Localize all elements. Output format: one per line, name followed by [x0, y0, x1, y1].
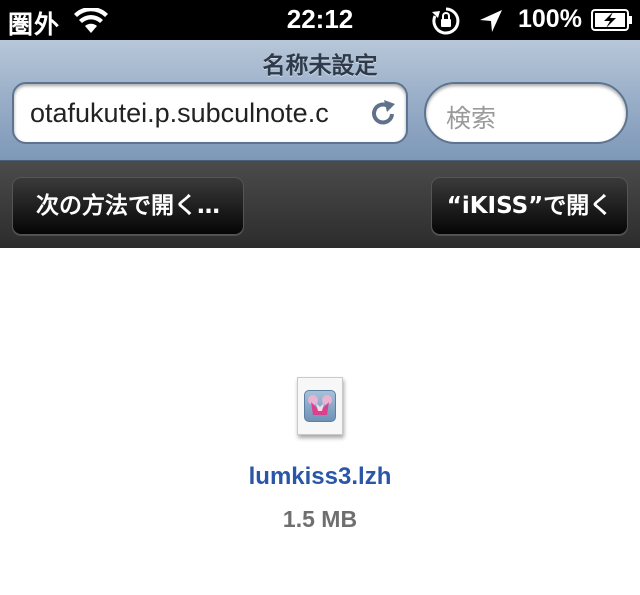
- app-thumbnail-icon: [304, 390, 336, 422]
- rotation-lock-icon: [432, 7, 460, 35]
- reload-icon[interactable]: [368, 97, 398, 129]
- lzh-archive-file-icon: [297, 377, 343, 435]
- browser-header: 名称未設定 otafukutei.p.subculnote.c 検索: [0, 40, 640, 161]
- url-text: otafukutei.p.subculnote.c: [30, 98, 329, 128]
- open-in-ikiss-button[interactable]: “iKISS”で開く: [431, 177, 628, 235]
- page-title: 名称未設定: [262, 53, 378, 79]
- download-toolbar: 次の方法で開く… “iKISS”で開く: [0, 161, 640, 248]
- file-size: 1.5 MB: [282, 506, 358, 532]
- file-name: lumkiss3.lzh: [248, 463, 392, 490]
- location-arrow-icon: [480, 10, 502, 32]
- status-bar: 圏外 22:12 100%: [0, 0, 640, 40]
- search-field[interactable]: 検索: [424, 82, 628, 144]
- battery-percentage: 100%: [518, 5, 582, 33]
- battery-charging-icon: [591, 9, 632, 31]
- download-content: lumkiss3.lzh 1.5 MB: [0, 248, 640, 595]
- search-placeholder: 検索: [446, 104, 497, 133]
- url-field[interactable]: otafukutei.p.subculnote.c: [12, 82, 408, 144]
- open-with-button[interactable]: 次の方法で開く…: [12, 177, 244, 235]
